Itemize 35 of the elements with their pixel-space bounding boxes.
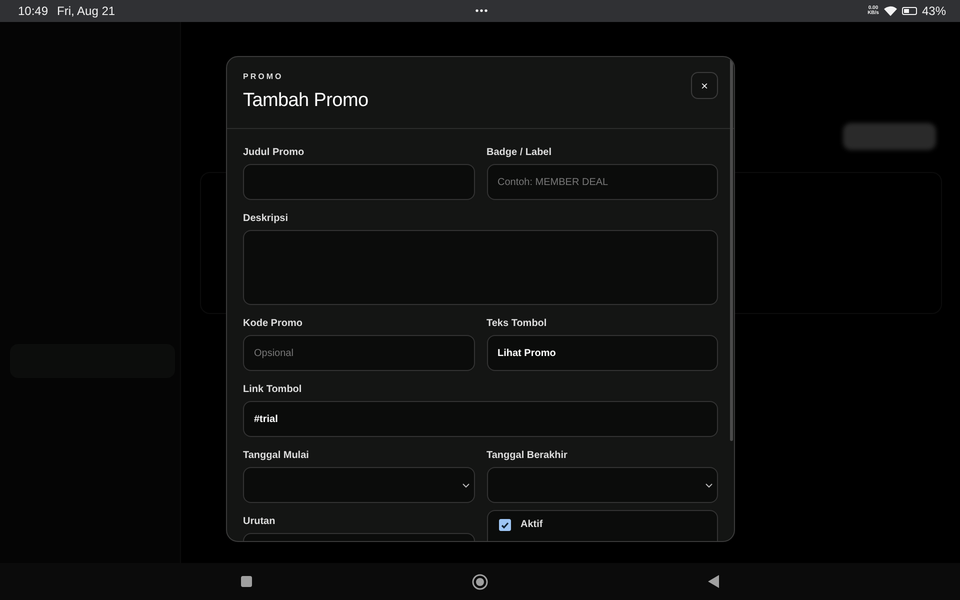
field-label: Link Tombol (243, 384, 302, 395)
home-icon[interactable] (472, 574, 488, 590)
modal-title: Tambah Promo (243, 90, 368, 112)
input-field[interactable] (243, 164, 474, 200)
checkbox-label: Aktif (520, 519, 543, 530)
field-label: Deskripsi (243, 213, 288, 224)
field-label: Tanggal Mulai (243, 450, 309, 461)
back-icon[interactable] (708, 575, 719, 588)
field-label: Urutan (243, 516, 276, 527)
chevron-down-icon (705, 482, 713, 488)
more-dots[interactable]: ••• (475, 6, 489, 16)
date-select[interactable] (486, 467, 718, 503)
date-select[interactable] (243, 467, 474, 503)
wifi-icon (884, 6, 897, 16)
input-field[interactable]: Opsional (243, 335, 474, 371)
field-label: Teks Tombol (486, 318, 547, 329)
checkmark-icon (500, 522, 508, 528)
battery-percent: 43% (922, 4, 946, 18)
field-label: Judul Promo (243, 147, 304, 158)
input-field[interactable]: Contoh: MEMBER DEAL (486, 164, 718, 200)
modal-eyebrow: PROMO (243, 72, 284, 81)
close-button[interactable]: × (691, 72, 718, 99)
chevron-down-icon (462, 482, 470, 488)
clock-time: 10:49 (18, 4, 48, 18)
input-field[interactable]: #trial (243, 401, 718, 437)
status-date: Fri, Aug 21 (57, 4, 116, 18)
checkbox[interactable] (498, 519, 510, 531)
field-label: Tanggal Berakhir (486, 450, 568, 461)
description-field[interactable] (243, 230, 718, 305)
recents-icon[interactable] (241, 576, 252, 587)
input-field[interactable]: Lihat Promo (486, 335, 718, 371)
battery-icon (902, 7, 917, 15)
scrollbar[interactable] (730, 59, 733, 441)
field-label: Badge / Label (486, 147, 552, 158)
field-label: Kode Promo (243, 318, 302, 329)
